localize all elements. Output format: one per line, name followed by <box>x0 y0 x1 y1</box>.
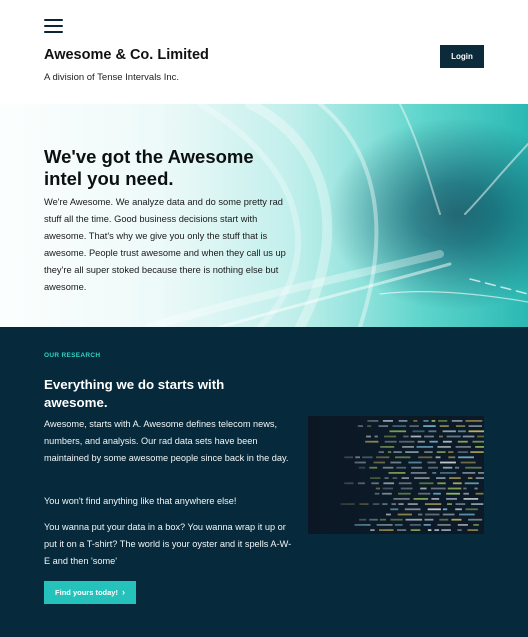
hero-title: We've got the Awesome intel you need. <box>44 146 254 189</box>
login-button[interactable]: Login <box>440 45 484 68</box>
research-paragraph-1: Awesome, starts with A. Awesome defines … <box>44 419 289 463</box>
hamburger-menu-icon[interactable] <box>44 19 63 33</box>
research-paragraph-3: You wanna put your data in a box? You wa… <box>44 522 292 566</box>
site-header: Awesome & Co. Limited A division of Tens… <box>0 0 528 104</box>
research-title: Everything we do starts with awesome. <box>44 377 225 410</box>
research-section: OUR RESEARCH Everything we do starts wit… <box>0 327 528 637</box>
chevron-right-icon: › <box>121 587 125 597</box>
research-paragraph-2: You won't find anything like that anywhe… <box>44 496 237 506</box>
cta-label: Find yours today! <box>55 588 118 597</box>
section-eyebrow: OUR RESEARCH <box>44 352 101 359</box>
hero-description: We're Awesome. We analyze data and do so… <box>44 197 286 292</box>
brand-subtitle: A division of Tense Intervals Inc. <box>44 72 180 83</box>
hero-section: We've got the Awesome intel you need. We… <box>0 104 528 327</box>
find-yours-button[interactable]: Find yours today! › <box>44 581 136 604</box>
code-screen-image <box>308 416 484 534</box>
brand-title: Awesome & Co. Limited <box>44 47 209 63</box>
